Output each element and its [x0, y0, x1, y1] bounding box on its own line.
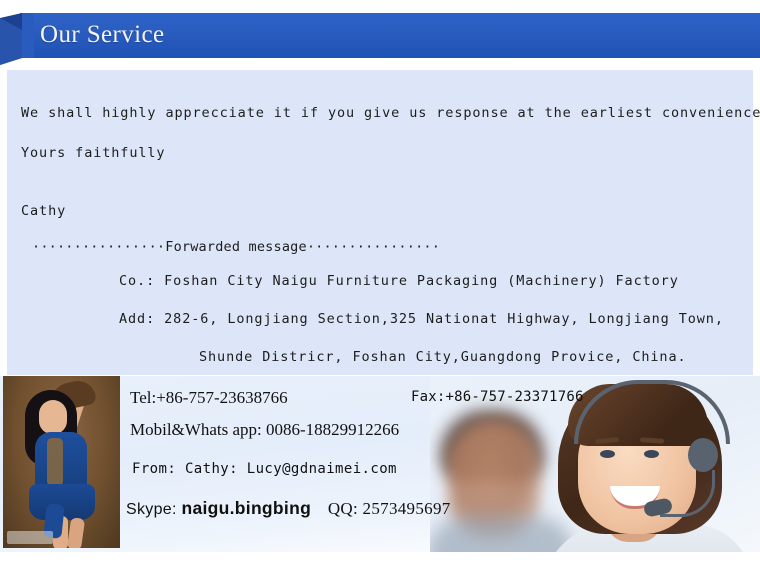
model-face — [39, 400, 67, 434]
letter-line-closing: Yours faithfully — [21, 145, 166, 161]
contact-mobile-whatsapp: Mobil&Whats app: 0086-18829912266 — [130, 420, 400, 439]
agent-background-colleague-body — [430, 516, 576, 552]
skype-label: Skype: — [126, 501, 177, 518]
contact-email: From: Cathy: Lucy@gdnaimei.com — [132, 461, 397, 477]
contact-telephone: Tel:+86-757-23638766 — [130, 388, 288, 407]
model-leg-right — [66, 517, 86, 548]
model-dress-trim — [47, 438, 63, 486]
page-title: Our Service — [40, 21, 165, 48]
agent-eye-right — [644, 450, 659, 458]
letter-body-panel: We shall highly apprecciate it if you gi… — [7, 70, 760, 375]
letter-line-appreciate: We shall highly apprecciate it if you gi… — [21, 105, 760, 121]
qq-number: QQ: 2573495697 — [327, 499, 451, 518]
contact-fax: Fax:+86-757-23371766 — [411, 389, 584, 405]
letter-line-address-2: Shunde Districr, Foshan City,Guangdong P… — [199, 349, 687, 365]
letter-line-forwarded-divider: ················Forwarded message·······… — [32, 239, 441, 255]
headset-earcup-icon — [688, 438, 718, 472]
banner-ribbon-fold-icon — [0, 13, 34, 65]
contact-footer-panel: Tel:+86-757-23638766 Fax:+86-757-2337176… — [0, 376, 760, 552]
letter-line-company: Co.: Foshan City Naigu Furniture Packagi… — [119, 273, 679, 289]
contact-skype-and-qq: Skype: naigu.bingbing QQ: 2573495697 — [126, 498, 451, 519]
letter-line-signature: Cathy — [21, 203, 67, 219]
photo-watermark — [7, 531, 53, 544]
letter-line-address-1: Add: 282-6, Longjiang Section,325 Nation… — [119, 311, 724, 327]
service-page: Our Service We shall highly apprecciate … — [0, 0, 760, 580]
agent-eye-left — [600, 450, 615, 458]
skype-handle: naigu.bingbing — [181, 498, 312, 518]
woman-in-blue-dress-photo — [3, 376, 120, 548]
section-banner: Our Service — [0, 8, 760, 65]
